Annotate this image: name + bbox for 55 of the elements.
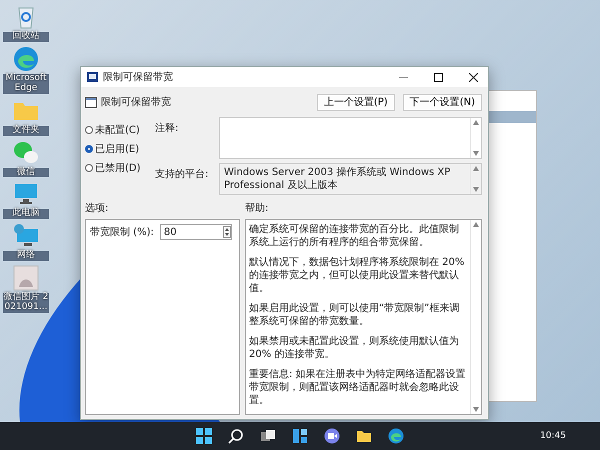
radio-button[interactable]	[85, 126, 93, 134]
spin-arrows-icon[interactable]	[222, 226, 231, 238]
help-paragraph: 重要信息: 如果在注册表中为特定网络适配器设置带宽限制，则配置该网络适配器时就会忽略此设置。	[249, 368, 467, 407]
desktop-icon-label[interactable]: 此电脑	[3, 209, 49, 220]
help-paragraph: 如果启用此设置，则可以使用“带宽限制”框来调整系统可保留的带宽数量。	[249, 302, 460, 328]
setting-name: 限制可保留带宽	[101, 96, 172, 109]
widgets-icon	[292, 428, 308, 444]
scroll-bar[interactable]	[470, 118, 481, 158]
help-paragraph: 默认情况下，数据包计划程序将系统限制在 20% 的连接带宽之内，但可以使用此设置来替代默认值。	[249, 256, 466, 295]
desktop-icon-label[interactable]: 微信	[3, 168, 49, 178]
policy-window-icon	[87, 72, 98, 82]
window-title: 限制可保留带宽	[103, 70, 174, 84]
taskbar-button[interactable]	[386, 426, 406, 446]
start-icon	[196, 428, 212, 444]
scroll-bar[interactable]	[470, 164, 481, 194]
scroll-bar[interactable]	[470, 220, 481, 414]
desktop-icon-label[interactable]: 回收站	[3, 32, 49, 42]
taskbar-button[interactable]	[290, 426, 310, 446]
help-paragraph: 如果禁用或未配置此设置，则系统使用默认值为 20% 的连接带宽。	[249, 335, 460, 361]
spin-field[interactable]: 80	[160, 224, 232, 240]
desktop-icon-label[interactable]: 文件夹	[3, 126, 49, 136]
radio-label[interactable]: 已禁用(D)	[95, 161, 141, 175]
radio-label[interactable]: 已启用(E)	[95, 142, 140, 156]
edge-icon	[13, 46, 39, 72]
radio-label[interactable]: 未配置(C)	[95, 123, 140, 137]
comment-label: 注释:	[155, 122, 180, 136]
radio-button[interactable]	[85, 145, 93, 153]
platform-text: Windows Server 2003 操作系统或 Windows XP Professional 及以上版本	[223, 166, 452, 193]
platform-label: 支持的平台:	[155, 168, 210, 182]
help-paragraph: 确定系统可保留的连接带宽的百分比。此值限制系统上运行的所有程序的组合带宽保留。	[249, 223, 460, 249]
radio-button[interactable]	[85, 164, 93, 172]
folder-icon	[356, 428, 372, 444]
taskbar-button[interactable]	[226, 426, 246, 446]
desktop-icon-label[interactable]: 微信图片 2021091...	[3, 293, 49, 314]
nav-button[interactable]: 下一个设置(N)	[402, 94, 482, 110]
image-thumbnail-icon	[13, 265, 39, 292]
clock: 10:45	[540, 431, 566, 441]
help-label: 帮助:	[245, 202, 270, 215]
taskbar-button[interactable]	[322, 426, 342, 446]
nav-button[interactable]: 上一个设置(P)	[316, 94, 395, 110]
option-label: 带宽限制 (%):	[90, 226, 154, 239]
video-chat-icon	[324, 428, 340, 444]
desktop-icon-label[interactable]: Microsoft Edge	[3, 74, 49, 94]
edge-icon	[388, 428, 404, 444]
desktop-icon-label[interactable]: 网络	[3, 251, 49, 262]
maximize-icon	[434, 72, 442, 82]
task-view-icon	[260, 428, 276, 444]
minimize-icon	[398, 76, 408, 78]
search-icon	[228, 428, 244, 444]
setting-icon	[85, 96, 97, 108]
chat-bubbles-icon	[13, 140, 39, 166]
taskbar-button[interactable]	[194, 426, 214, 446]
comment-field[interactable]	[219, 117, 482, 159]
options-label: 选项:	[85, 202, 110, 215]
close-icon	[468, 72, 478, 82]
